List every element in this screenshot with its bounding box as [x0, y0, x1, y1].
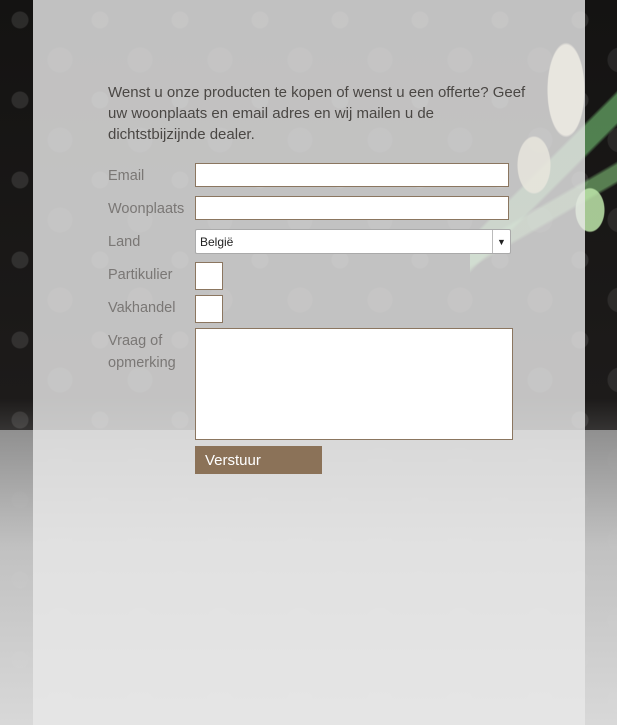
vraag-label-line2: opmerking [108, 355, 176, 371]
woonplaats-row: Woonplaats [108, 196, 528, 229]
vraag-textarea[interactable] [195, 328, 513, 440]
vraag-label-line1: Vraag of [108, 333, 163, 349]
dealer-contact-form: Wenst u onze producten te kopen of wenst… [108, 82, 528, 479]
partikulier-row: Partikulier [108, 262, 528, 295]
email-label: Email [108, 168, 145, 184]
vakhandel-label: Vakhandel [108, 300, 176, 316]
email-field[interactable] [195, 163, 509, 187]
vraag-label: Vraag of opmerking [108, 330, 194, 374]
land-label: Land [108, 234, 141, 250]
chevron-down-icon[interactable]: ▼ [492, 230, 510, 253]
woonplaats-field[interactable] [195, 196, 509, 220]
land-row: Land België ▼ [108, 229, 528, 262]
submit-row: Verstuur [108, 446, 528, 479]
land-select[interactable]: België ▼ [195, 229, 511, 254]
submit-button[interactable]: Verstuur [195, 446, 322, 474]
partikulier-label: Partikulier [108, 267, 173, 283]
partikulier-checkbox[interactable] [195, 262, 223, 290]
vraag-row: Vraag of opmerking [108, 328, 528, 446]
woonplaats-label: Woonplaats [108, 201, 185, 217]
land-selected-value: België [200, 235, 234, 249]
form-intro-text: Wenst u onze producten te kopen of wenst… [108, 84, 526, 143]
vakhandel-row: Vakhandel [108, 295, 528, 328]
email-row: Email [108, 163, 528, 196]
vakhandel-checkbox[interactable] [195, 295, 223, 323]
